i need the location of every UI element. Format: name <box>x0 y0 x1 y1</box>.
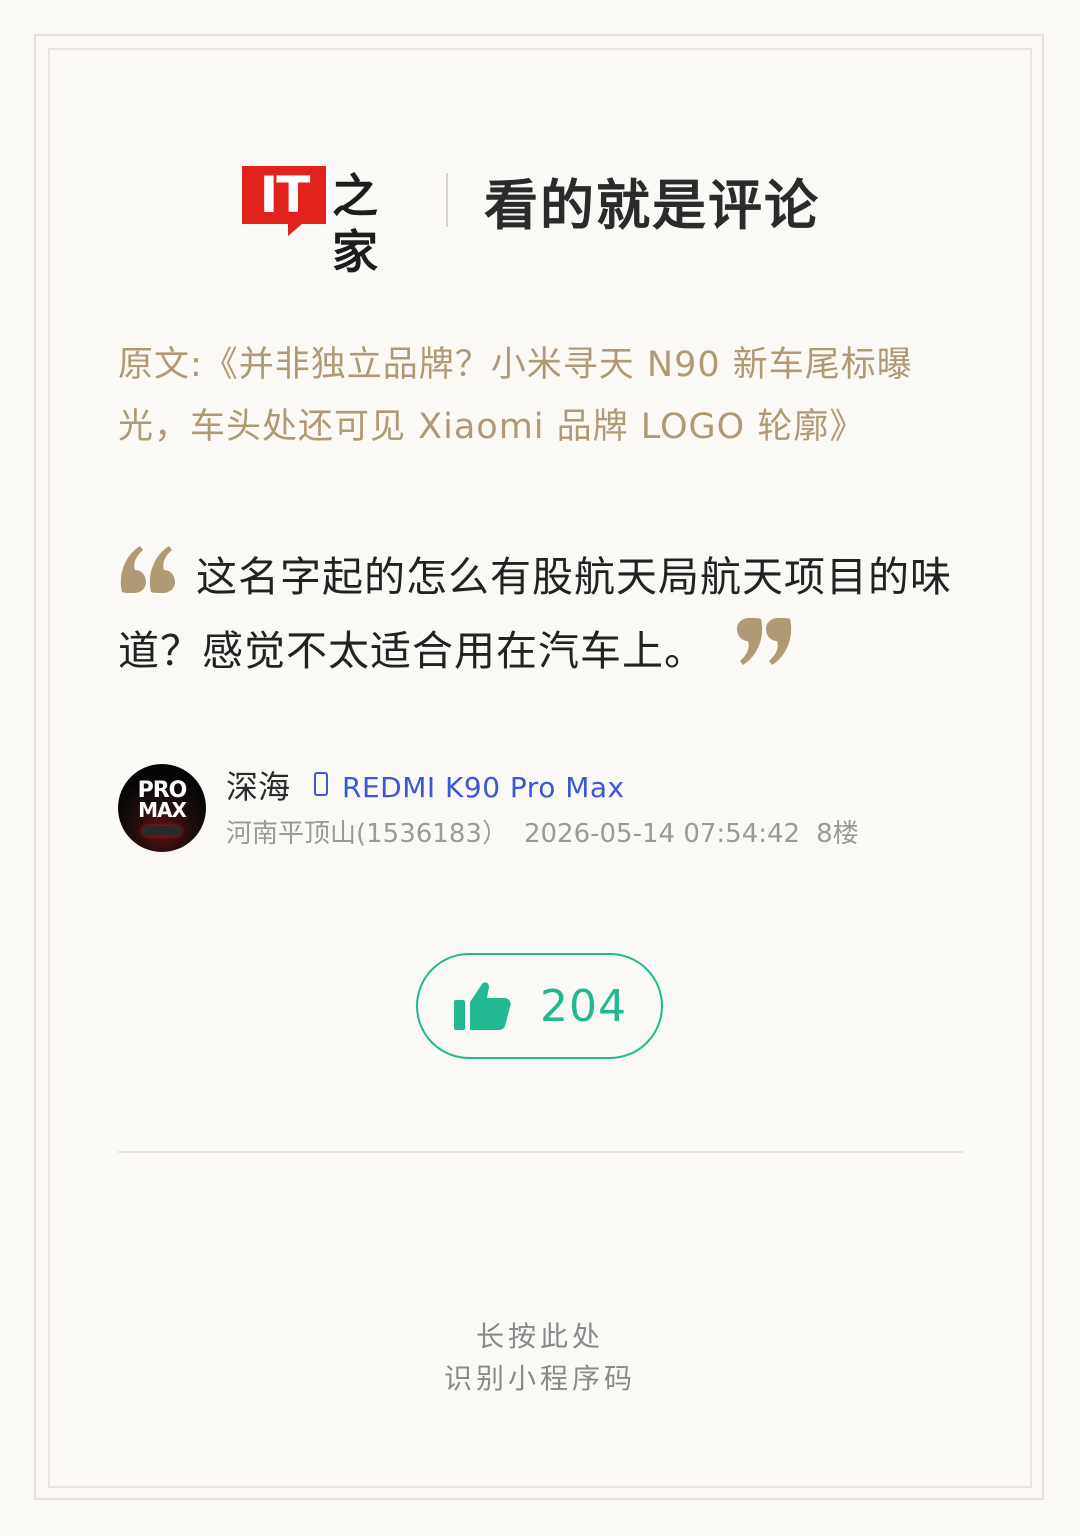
like-button[interactable]: 204 <box>416 953 663 1059</box>
timestamp: 2026-05-14 07:54:42 <box>523 819 801 849</box>
logo-text: 之家 <box>332 169 378 279</box>
device-name: REDMI K90 Pro Max <box>342 770 625 804</box>
avatar[interactable]: PRO MAX <box>118 764 206 852</box>
comment-share-card: IT 之家 看的就是评论 原文:《并非独立品牌？小米寻天 N90 新车尾标曝光，… <box>0 0 1080 1536</box>
header: IT 之家 看的就是评论 <box>240 162 820 279</box>
logo-badge-tail <box>288 224 302 236</box>
ithome-logo: IT 之家 <box>240 162 412 279</box>
location: 河南平顶山(1536183） <box>226 819 508 849</box>
quote-open-icon <box>120 546 175 593</box>
device-info: REDMI K90 Pro Max <box>314 766 625 808</box>
mini-program-hint[interactable]: 长按此处 识别小程序码 <box>0 1316 1080 1400</box>
footer-line-1: 长按此处 <box>475 1320 604 1353</box>
thumbs-up-icon <box>454 982 511 1030</box>
avatar-camera-graphic <box>142 826 182 836</box>
floor-number: 8楼 <box>816 819 859 849</box>
comment-quote: 这名字起的怎么有股航天局航天项目的味道？感觉不太适合用在汽车上。 <box>118 540 963 688</box>
source-article-title[interactable]: 原文:《并非独立品牌？小米寻天 N90 新车尾标曝光，车头处还可见 Xiaomi… <box>118 334 968 458</box>
comment-meta: 河南平顶山(1536183） 2026-05-14 07:54:42 8楼 <box>226 816 875 852</box>
comment-author: PRO MAX 深海 REDMI K90 Pro Max 河南平顶山(15361… <box>118 760 978 860</box>
avatar-text-max: MAX <box>138 798 187 822</box>
footer-line-2: 识别小程序码 <box>443 1362 636 1395</box>
comment-body: 这名字起的怎么有股航天局航天项目的味道？感觉不太适合用在汽车上。 <box>118 553 952 675</box>
divider <box>118 1151 963 1153</box>
comment-text: 这名字起的怎么有股航天局航天项目的味道？感觉不太适合用在汽车上。 <box>118 540 963 688</box>
user-name[interactable]: 深海 <box>226 766 290 808</box>
logo-it-badge: IT <box>242 166 326 224</box>
phone-icon <box>314 772 328 796</box>
quote-close-icon <box>737 618 792 665</box>
page-title: 看的就是评论 <box>484 173 820 237</box>
like-count: 204 <box>540 980 627 1032</box>
header-separator <box>446 173 448 227</box>
